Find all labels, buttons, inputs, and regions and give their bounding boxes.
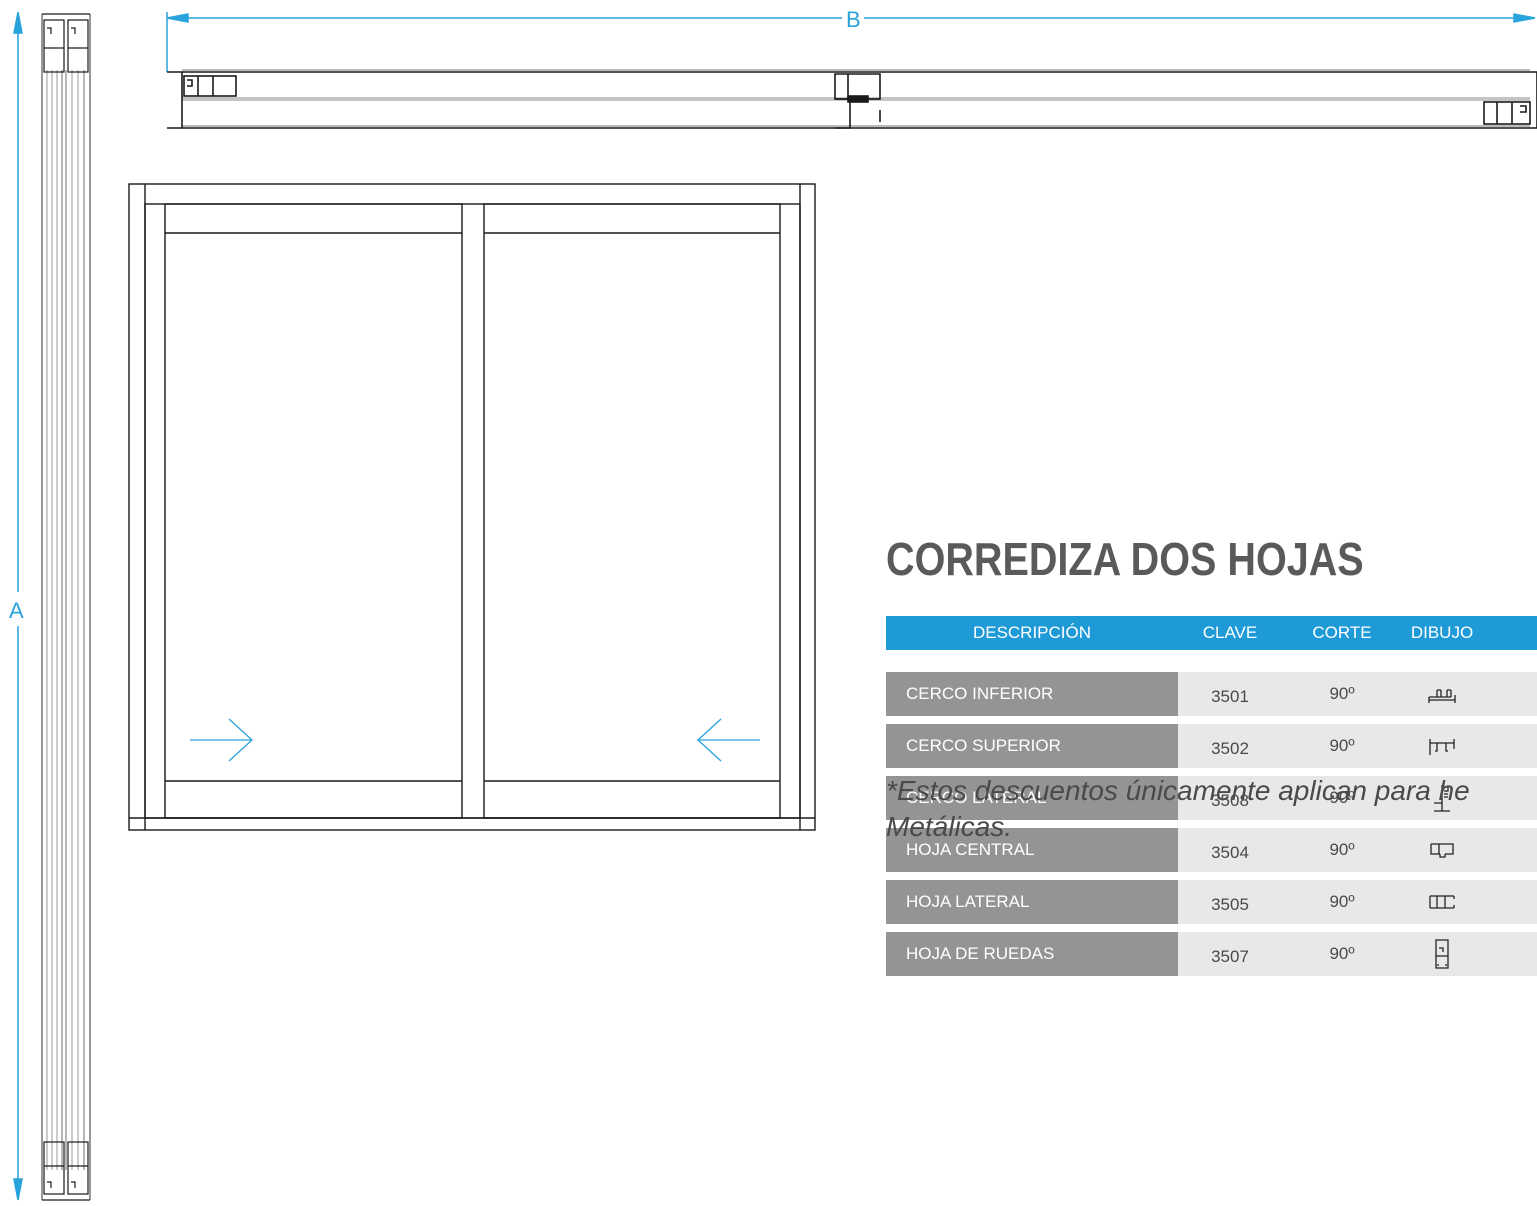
row-description: HOJA LATERAL bbox=[886, 880, 1178, 924]
table-row: HOJA LATERAL 3505 90º bbox=[886, 880, 1537, 924]
height-dimension-label: A bbox=[9, 598, 24, 623]
vertical-section-profile bbox=[41, 13, 91, 1201]
footnote-line-2: Metálicas. bbox=[886, 811, 1013, 842]
cerco-inferior-profile-icon bbox=[1402, 683, 1482, 705]
header-key: CLAVE bbox=[1202, 623, 1258, 642]
cerco-superior-profile-icon bbox=[1402, 735, 1482, 757]
row-key: 3507 bbox=[1211, 947, 1249, 966]
table-row: CERCO INFERIOR 3501 90º bbox=[886, 672, 1537, 716]
header-description: DESCRIPCIÓN bbox=[972, 623, 1092, 642]
table-header: DESCRIPCIÓN CLAVE CORTE DIBUJO bbox=[886, 616, 1537, 650]
hoja-lateral-profile-icon bbox=[1402, 893, 1482, 911]
footnote-line-1: *Estos descuentos únicamente aplican par… bbox=[886, 775, 1470, 806]
hoja-ruedas-profile-icon bbox=[1402, 938, 1482, 970]
window-technical-drawing: B A bbox=[9, 7, 1537, 1201]
window-elevation bbox=[128, 183, 816, 831]
row-description: HOJA DE RUEDAS bbox=[886, 932, 1178, 976]
slide-left-arrow-icon bbox=[697, 718, 760, 762]
header-cut: CORTE bbox=[1312, 623, 1372, 642]
row-cut: 90º bbox=[1329, 892, 1355, 911]
row-key: 3502 bbox=[1211, 739, 1249, 758]
horizontal-section-profile bbox=[167, 69, 1537, 129]
row-cut: 90º bbox=[1329, 736, 1355, 755]
table-row: CERCO SUPERIOR 3502 90º bbox=[886, 724, 1537, 768]
footnote: *Estos descuentos únicamente aplican par… bbox=[886, 773, 1537, 845]
width-dimension-label: B bbox=[846, 7, 861, 32]
row-description: CERCO SUPERIOR bbox=[886, 724, 1178, 768]
row-key: 3505 bbox=[1211, 895, 1249, 914]
page-title: CORREDIZA DOS HOJAS bbox=[886, 533, 1364, 585]
row-cut: 90º bbox=[1329, 944, 1355, 963]
row-key: 3501 bbox=[1211, 687, 1249, 706]
table-row: HOJA DE RUEDAS 3507 90º bbox=[886, 932, 1537, 976]
row-description: CERCO INFERIOR bbox=[886, 672, 1178, 716]
header-drawing: DIBUJO bbox=[1410, 623, 1474, 642]
slide-right-arrow-icon bbox=[190, 718, 253, 762]
row-cut: 90º bbox=[1329, 684, 1355, 703]
